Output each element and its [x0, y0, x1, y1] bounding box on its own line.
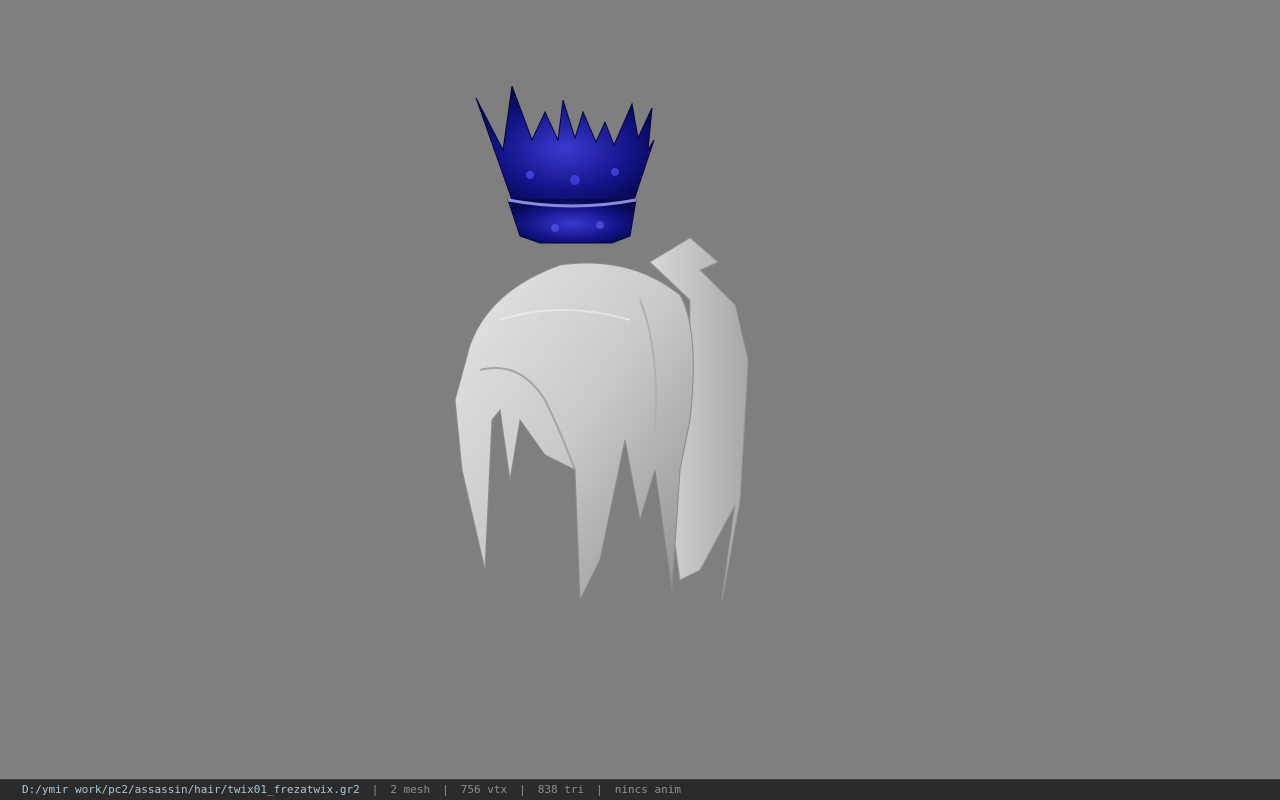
- hair-mesh: [454, 237, 749, 601]
- mesh-count: 2 mesh: [390, 783, 431, 796]
- animation-status: nincs anim: [614, 783, 681, 796]
- separator: |: [371, 783, 379, 796]
- vertex-count: 756 vtx: [460, 783, 508, 796]
- file-path: D:/ymir work/pc2/assassin/hair/twix01_fr…: [22, 783, 360, 796]
- separator: |: [519, 783, 526, 796]
- separator: |: [596, 783, 603, 796]
- 3d-viewport[interactable]: [0, 0, 1280, 779]
- status-bar: D:/ymir work/pc2/assassin/hair/twix01_fr…: [0, 779, 1280, 800]
- triangle-count: 838 tri: [537, 783, 585, 796]
- model-render: [454, 85, 749, 601]
- crown-mesh: [475, 85, 655, 244]
- separator: |: [442, 783, 449, 796]
